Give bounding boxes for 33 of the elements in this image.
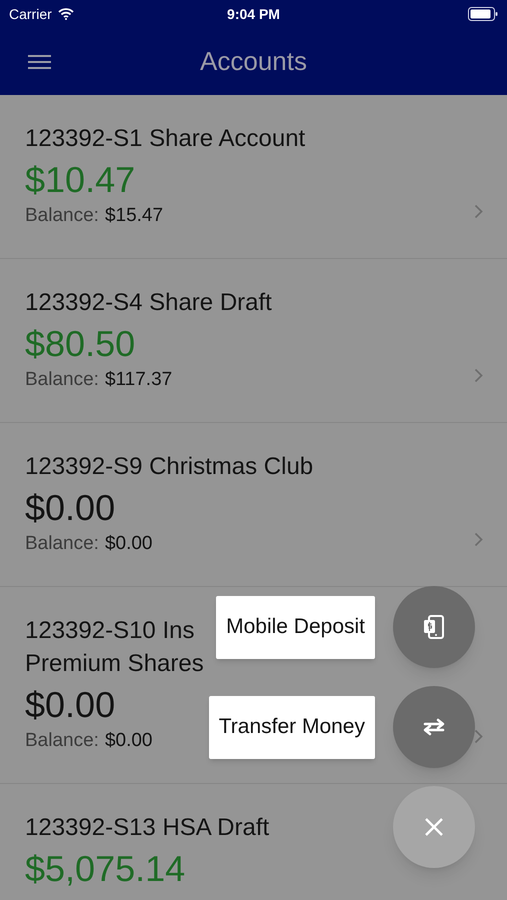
screen-title: Accounts	[200, 45, 307, 78]
battery-icon	[468, 7, 498, 21]
account-amount: $5,075.14	[25, 847, 186, 891]
account-amount: $80.50	[25, 322, 136, 366]
account-name: 123392-S13 HSA Draft	[25, 813, 270, 843]
balance-value: $117.37	[104, 368, 172, 392]
account-name: 123392-S9 Christmas Club	[25, 452, 314, 482]
action-label[interactable]: Mobile Deposit	[216, 596, 375, 658]
chevron-right-icon	[474, 532, 483, 547]
account-name: 123392-S10 Ins	[25, 616, 194, 646]
chevron-right-icon	[474, 204, 483, 219]
swap-arrows-icon	[421, 717, 447, 737]
close-icon	[424, 817, 444, 837]
account-amount: $0.00	[25, 486, 116, 530]
balance-label: Balance:	[25, 368, 99, 392]
account-name: 123392-S1 Share Account	[25, 124, 306, 154]
account-amount: $10.47	[25, 158, 136, 202]
account-name: 123392-S4 Share Draft	[25, 288, 272, 318]
balance-label: Balance:	[25, 729, 99, 753]
balance-value: $15.47	[104, 204, 164, 228]
action-label[interactable]: Transfer Money	[208, 696, 375, 758]
carrier-name: Carrier	[9, 4, 52, 24]
account-name: Premium Shares	[25, 649, 204, 679]
account-amount: $0.00	[25, 683, 116, 727]
balance-label: Balance:	[25, 204, 99, 228]
balance-value: $0.00	[104, 532, 152, 556]
balance-value: $0.00	[104, 729, 152, 753]
balance-label: Balance:	[25, 532, 99, 556]
chevron-right-icon	[474, 729, 483, 744]
chevron-right-icon	[474, 368, 483, 383]
status-time: 9:04 PM	[227, 4, 280, 24]
phone-check-icon	[423, 615, 445, 639]
wifi-icon	[58, 8, 74, 20]
